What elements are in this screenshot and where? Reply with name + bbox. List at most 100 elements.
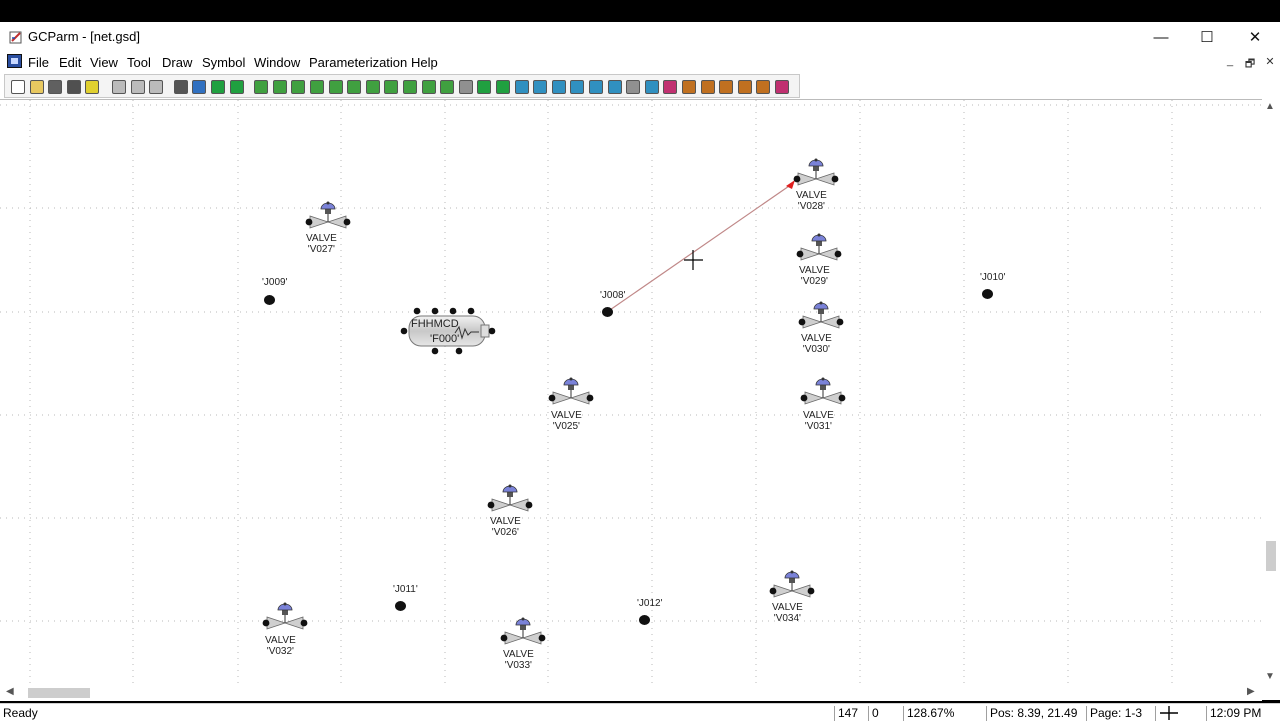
tool-q-button[interactable] xyxy=(550,78,566,94)
scroll-left-icon[interactable]: ◀ xyxy=(6,686,14,697)
pan-button[interactable] xyxy=(228,78,244,94)
tool-u-button[interactable] xyxy=(624,78,641,94)
horizontal-scrollbar[interactable]: ◀ ▶ xyxy=(0,685,1262,701)
tool-k-button[interactable] xyxy=(438,78,455,94)
valve-v026[interactable] xyxy=(487,483,533,517)
menu-parameterization[interactable]: Parameterization xyxy=(309,55,407,70)
tool-z-button[interactable] xyxy=(717,78,734,94)
open-button[interactable] xyxy=(28,78,44,94)
tool-m-button[interactable] xyxy=(475,78,492,94)
scroll-right-icon[interactable]: ▶ xyxy=(1247,686,1255,697)
valve-label: VALVE 'V026' xyxy=(490,516,521,538)
tool-r-icon xyxy=(570,80,585,94)
menu-window[interactable]: Window xyxy=(254,55,300,70)
tool-d-button[interactable] xyxy=(308,78,324,94)
status-text: Ready xyxy=(3,706,38,720)
title-bar[interactable]: GCParm - [net.gsd] — ☐ ✕ xyxy=(0,22,1280,52)
tool-y-button[interactable] xyxy=(699,78,715,94)
tool-j-button[interactable] xyxy=(420,78,436,94)
mdi-restore-button[interactable]: 🗗 xyxy=(1242,55,1258,74)
valve-v031[interactable] xyxy=(800,376,846,410)
zoom-fit-icon xyxy=(211,80,225,94)
valve-label: VALVE 'V033' xyxy=(503,649,534,671)
menu-tool[interactable]: Tool xyxy=(127,55,151,70)
filter-f000[interactable] xyxy=(399,307,497,355)
vertical-scrollbar[interactable]: ▲ ▼ xyxy=(1262,99,1280,685)
tool-f-button[interactable] xyxy=(345,78,362,94)
valve-v030[interactable] xyxy=(798,300,844,334)
tool-s-button[interactable] xyxy=(587,78,603,94)
vertical-scroll-thumb[interactable] xyxy=(1266,541,1276,571)
tool-i-button[interactable] xyxy=(401,78,417,94)
tool-aa-button[interactable] xyxy=(736,78,752,94)
valve-v034[interactable] xyxy=(769,569,815,603)
document-icon[interactable] xyxy=(7,54,22,68)
junction-j011[interactable] xyxy=(395,601,406,611)
tool-t-button[interactable] xyxy=(606,78,622,94)
tool-x-button[interactable] xyxy=(680,78,696,94)
tool-v-icon xyxy=(644,80,659,94)
tool-g-button[interactable] xyxy=(364,78,380,94)
menu-file[interactable]: File xyxy=(28,55,49,70)
valve-label: VALVE 'V029' xyxy=(799,265,830,287)
help-button[interactable] xyxy=(83,78,100,94)
valve-v027[interactable] xyxy=(305,200,351,234)
new-button[interactable] xyxy=(9,78,25,94)
valve-v033[interactable] xyxy=(500,616,546,650)
mdi-minimize-button[interactable]: _ xyxy=(1222,55,1238,67)
tool-w-button[interactable] xyxy=(661,78,678,94)
tool-h-button[interactable] xyxy=(382,78,399,94)
mdi-close-button[interactable]: ✕ xyxy=(1262,55,1278,68)
status-bar: Ready 147 0 128.67% Pos: 8.39, 21.49 Pag… xyxy=(0,703,1280,723)
tool-l-button[interactable] xyxy=(457,78,473,94)
copy-button[interactable] xyxy=(129,78,145,94)
tool-r-button[interactable] xyxy=(568,78,585,94)
valve-v028[interactable] xyxy=(793,157,839,191)
tool-ac-button[interactable] xyxy=(773,78,789,94)
horizontal-scroll-thumb[interactable] xyxy=(28,688,90,698)
tool-t-icon xyxy=(607,80,622,94)
cut-icon xyxy=(112,80,126,94)
valve-icon xyxy=(798,300,844,334)
link-line[interactable] xyxy=(606,183,793,313)
menu-edit[interactable]: Edit xyxy=(59,55,81,70)
cut-button[interactable] xyxy=(110,78,126,94)
menu-draw[interactable]: Draw xyxy=(162,55,192,70)
tool-p-button[interactable] xyxy=(531,78,548,94)
junction-j012[interactable] xyxy=(639,615,650,625)
scroll-up-icon[interactable]: ▲ xyxy=(1265,101,1275,112)
save-button[interactable] xyxy=(46,78,63,94)
status-crosshair-mode[interactable] xyxy=(1155,706,1193,721)
tool-v-button[interactable] xyxy=(643,78,659,94)
menu-view[interactable]: View xyxy=(90,55,118,70)
select-button[interactable] xyxy=(172,78,188,94)
minimize-button[interactable]: — xyxy=(1138,22,1184,52)
tool-a-button[interactable] xyxy=(252,78,269,94)
menu-help[interactable]: Help xyxy=(411,55,438,70)
junction-label: 'J008' xyxy=(600,290,626,301)
tool-o-button[interactable] xyxy=(513,78,529,94)
print-button[interactable] xyxy=(65,78,81,94)
junction-j008[interactable] xyxy=(602,307,613,317)
valve-icon xyxy=(305,200,351,234)
scroll-down-icon[interactable]: ▼ xyxy=(1265,671,1275,682)
tool-n-button[interactable] xyxy=(494,78,510,94)
valve-v029[interactable] xyxy=(796,232,842,266)
valve-v025[interactable] xyxy=(548,376,594,410)
copy-icon xyxy=(130,80,145,94)
junction-label: 'J011' xyxy=(393,584,418,595)
valve-v032[interactable] xyxy=(262,601,308,635)
zoom-fit-button[interactable] xyxy=(209,78,225,94)
menu-symbol[interactable]: Symbol xyxy=(202,55,245,70)
junction-j010[interactable] xyxy=(982,289,993,299)
tool-c-button[interactable] xyxy=(289,78,306,94)
zoom-button[interactable] xyxy=(190,78,207,94)
tool-ab-button[interactable] xyxy=(754,78,771,94)
close-button[interactable]: ✕ xyxy=(1232,22,1278,52)
tool-e-button[interactable] xyxy=(327,78,343,94)
junction-j009[interactable] xyxy=(264,295,275,305)
tool-b-button[interactable] xyxy=(271,78,287,94)
maximize-button[interactable]: ☐ xyxy=(1184,22,1230,52)
paste-button[interactable] xyxy=(147,78,164,94)
drawing-canvas[interactable]: VALVE 'V027' VALVE 'V028' VALVE 'V029' VALV… xyxy=(0,99,1262,686)
